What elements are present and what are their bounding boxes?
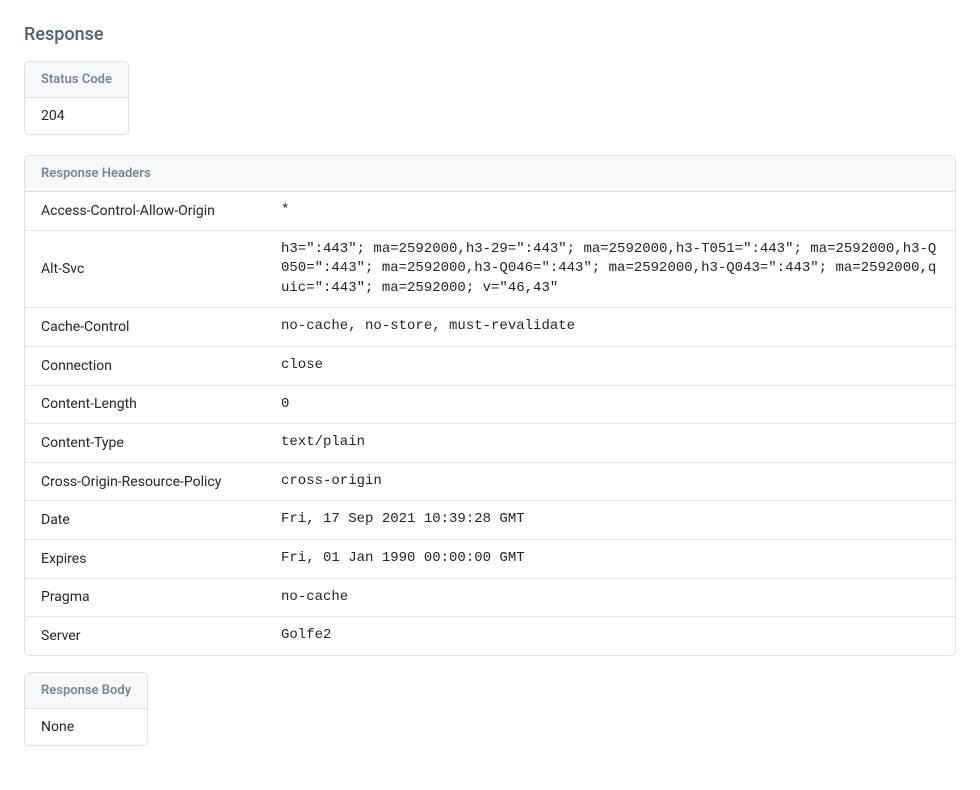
header-value: no-cache, no-store, must-revalidate (265, 308, 955, 347)
response-section-title: Response (24, 24, 956, 45)
header-key: Date (25, 501, 265, 540)
status-code-value: 204 (25, 98, 128, 134)
header-key: Content-Length (25, 385, 265, 424)
response-body-label: Response Body (25, 673, 147, 709)
status-code-panel: Status Code 204 (24, 61, 129, 135)
status-code-label: Status Code (25, 62, 128, 98)
table-row: Access-Control-Allow-Origin* (25, 192, 955, 230)
table-row: Pragmano-cache (25, 578, 955, 617)
header-value: h3=":443"; ma=2592000,h3-29=":443"; ma=2… (265, 230, 955, 308)
header-value: 0 (265, 385, 955, 424)
response-headers-panel: Response Headers Access-Control-Allow-Or… (24, 155, 956, 656)
table-row: Cross-Origin-Resource-Policycross-origin (25, 462, 955, 501)
table-row: Connectionclose (25, 346, 955, 385)
header-key: Access-Control-Allow-Origin (25, 192, 265, 230)
header-key: Connection (25, 346, 265, 385)
header-key: Pragma (25, 578, 265, 617)
header-value: text/plain (265, 424, 955, 463)
header-value: close (265, 346, 955, 385)
header-key: Cache-Control (25, 308, 265, 347)
table-row: ServerGolfe2 (25, 617, 955, 655)
header-key: Server (25, 617, 265, 655)
response-headers-table: Access-Control-Allow-Origin*Alt-Svch3=":… (25, 192, 955, 655)
header-value: Golfe2 (265, 617, 955, 655)
table-row: DateFri, 17 Sep 2021 10:39:28 GMT (25, 501, 955, 540)
response-headers-label: Response Headers (25, 156, 955, 192)
table-row: Cache-Controlno-cache, no-store, must-re… (25, 308, 955, 347)
header-value: * (265, 192, 955, 230)
table-row: Content-Length0 (25, 385, 955, 424)
table-row: Content-Typetext/plain (25, 424, 955, 463)
header-key: Content-Type (25, 424, 265, 463)
response-body-value: None (25, 709, 147, 745)
header-key: Cross-Origin-Resource-Policy (25, 462, 265, 501)
header-value: cross-origin (265, 462, 955, 501)
header-value: no-cache (265, 578, 955, 617)
header-key: Expires (25, 539, 265, 578)
table-row: ExpiresFri, 01 Jan 1990 00:00:00 GMT (25, 539, 955, 578)
table-row: Alt-Svch3=":443"; ma=2592000,h3-29=":443… (25, 230, 955, 308)
header-value: Fri, 17 Sep 2021 10:39:28 GMT (265, 501, 955, 540)
header-key: Alt-Svc (25, 230, 265, 308)
header-value: Fri, 01 Jan 1990 00:00:00 GMT (265, 539, 955, 578)
response-body-panel: Response Body None (24, 672, 148, 746)
